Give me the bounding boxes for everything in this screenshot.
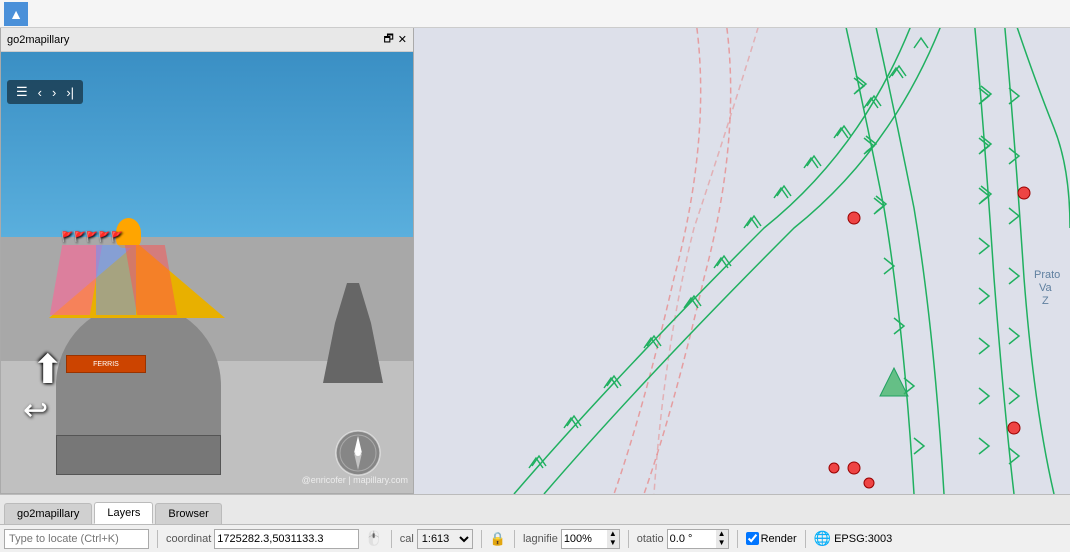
tab-browser[interactable]: Browser <box>155 503 221 524</box>
logo-icon: ▲ <box>9 6 23 22</box>
separator-7 <box>805 530 806 548</box>
top-bar: ▲ <box>0 0 1070 28</box>
app-logo: ▲ <box>4 2 28 26</box>
photo-play-button[interactable]: › <box>49 84 59 101</box>
rotation-input[interactable] <box>668 530 716 548</box>
svg-text:Z: Z <box>1042 295 1049 307</box>
photo-scene: 🚩🚩🚩🚩🚩 FERRIS ⬆ ↩ <box>1 52 413 493</box>
render-label: Render <box>761 533 797 545</box>
magnifier-spinbox: ▲ ▼ <box>561 529 620 549</box>
photo-prev-button[interactable]: ‹ <box>35 84 45 101</box>
photo-menu-button[interactable]: ☰ <box>13 83 31 101</box>
bottom-tabs: go2mapillary Layers Browser <box>0 494 1070 524</box>
tent-sign: FERRIS <box>66 355 146 373</box>
up-arrow-nav[interactable]: ⬆ <box>31 347 65 393</box>
scale-label: cal <box>400 533 414 545</box>
compass[interactable] <box>333 428 383 478</box>
map-panel[interactable]: Prato Va Z <box>414 28 1070 494</box>
rotation-label: otatio <box>637 533 664 545</box>
svg-text:Va: Va <box>1039 282 1053 294</box>
magnifier-down-button[interactable]: ▼ <box>607 539 619 548</box>
tent-flags: 🚩🚩🚩🚩🚩 <box>61 232 123 243</box>
separator-6 <box>737 530 738 548</box>
map-svg: Prato Va Z <box>414 28 1070 494</box>
mouse-icon: 🖱️ <box>365 530 382 547</box>
tab-layers[interactable]: Layers <box>94 502 153 524</box>
search-input[interactable] <box>4 529 149 549</box>
photo-panel-title: go2mapillary <box>7 34 69 46</box>
tent-wall <box>56 435 221 475</box>
photo-panel-restore-button[interactable]: 🗗 <box>383 30 393 49</box>
photo-next-button[interactable]: ›| <box>63 84 77 101</box>
rotation-down-button[interactable]: ▼ <box>716 539 728 548</box>
coord-label: coordinat <box>166 533 211 545</box>
photo-panel: go2mapillary 🗗 ✕ 🚩🚩🚩🚩🚩 <box>0 28 414 494</box>
rotation-item: otatio ▲ ▼ <box>637 529 729 549</box>
epsg-globe-icon: 🌐 <box>814 530 831 547</box>
magnifier-input[interactable] <box>562 530 607 548</box>
separator-3 <box>481 530 482 548</box>
separator-1 <box>157 530 158 548</box>
separator-2 <box>391 530 392 548</box>
photo-panel-controls: ☰ ‹ › ›| <box>7 80 83 104</box>
photo-panel-close-button[interactable]: ✕ <box>398 30 407 49</box>
rotation-spinbox: ▲ ▼ <box>667 529 729 549</box>
magnifier-item: lagnifie ▲ ▼ <box>523 529 620 549</box>
separator-5 <box>628 530 629 548</box>
magnifier-label: lagnifie <box>523 533 558 545</box>
render-checkbox[interactable] <box>746 532 759 545</box>
separator-4 <box>514 530 515 548</box>
back-arrow-nav[interactable]: ↩ <box>23 393 48 428</box>
photo-panel-titlebar: go2mapillary 🗗 ✕ <box>1 28 413 52</box>
epsg-label: EPSG:3003 <box>834 533 892 545</box>
scale-select[interactable]: 1:613 1:1000 1:5000 <box>417 529 473 549</box>
tab-go2mapillary[interactable]: go2mapillary <box>4 503 92 524</box>
status-bar: coordinat 🖱️ cal 1:613 1:1000 1:5000 🔒 l… <box>0 524 1070 552</box>
rotation-spin-arrows: ▲ ▼ <box>716 530 728 548</box>
photo-watermark: @enricofer | mapillary.com <box>302 475 408 485</box>
scale-item: cal 1:613 1:1000 1:5000 <box>400 529 473 549</box>
lock-icon: 🔒 <box>490 531 506 547</box>
render-item: Render <box>746 532 797 545</box>
coord-input[interactable] <box>214 529 359 549</box>
magnifier-spin-arrows: ▲ ▼ <box>607 530 619 548</box>
main-area: go2mapillary 🗗 ✕ 🚩🚩🚩🚩🚩 <box>0 28 1070 494</box>
svg-text:Prato: Prato <box>1034 269 1060 281</box>
epsg-item[interactable]: 🌐 EPSG:3003 <box>814 530 893 547</box>
coord-item: coordinat <box>166 529 359 549</box>
